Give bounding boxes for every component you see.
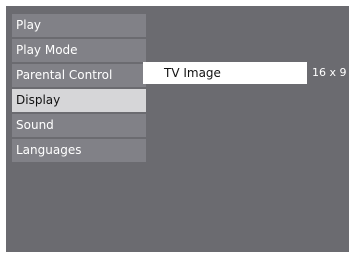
- menu-item-sound[interactable]: Sound: [12, 114, 146, 137]
- menu-item-languages[interactable]: Languages: [12, 139, 146, 162]
- main-menu: Play Play Mode Parental Control Display …: [12, 14, 146, 164]
- menu-item-parental-control[interactable]: Parental Control: [12, 64, 146, 87]
- menu-item-play[interactable]: Play: [12, 14, 146, 37]
- submenu-item-tv-image[interactable]: TV Image: [143, 62, 307, 84]
- osd-screen: Play Play Mode Parental Control Display …: [6, 6, 349, 252]
- menu-item-play-mode[interactable]: Play Mode: [12, 39, 146, 62]
- tv-image-value: 16 x 9: [312, 66, 347, 79]
- menu-item-display[interactable]: Display: [12, 89, 146, 112]
